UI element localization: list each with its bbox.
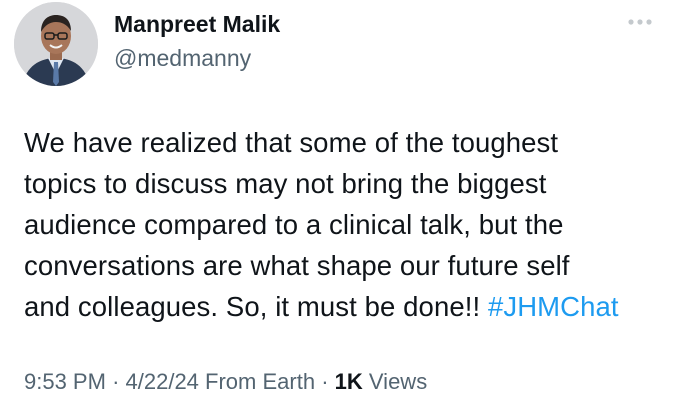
profile-photo-icon	[14, 2, 98, 86]
tweet-source: From Earth	[205, 369, 316, 394]
views-label: Views	[368, 369, 428, 394]
avatar[interactable]	[14, 2, 98, 86]
tweet: Manpreet Malik @medmanny We have realize…	[0, 0, 679, 410]
tweet-text-line: topics to discuss may not bring the bigg…	[24, 168, 547, 199]
tweet-text-line-content: and colleagues. So, it must be done!!	[24, 291, 481, 322]
views-count: 1K	[334, 369, 363, 394]
tweet-text: We have realized that some of the toughe…	[24, 122, 664, 327]
hashtag-link[interactable]: #JHMChat	[488, 291, 619, 322]
tweet-time[interactable]: 9:53 PM	[24, 369, 106, 394]
meta-separator: ·	[112, 369, 120, 394]
author-display-name[interactable]: Manpreet Malik	[114, 10, 280, 38]
author-info: Manpreet Malik @medmanny	[114, 10, 280, 72]
tweet-text-line: We have realized that some of the toughe…	[24, 127, 559, 158]
author-handle[interactable]: @medmanny	[114, 44, 280, 72]
tweet-text-line: audience compared to a clinical talk, bu…	[24, 209, 564, 240]
tweet-text-line: conversations are what shape our future …	[24, 250, 570, 281]
tweet-metadata: 9:53 PM · 4/22/24 From Earth · 1K Views	[24, 368, 427, 396]
tweet-text-line: and colleagues. So, it must be done!! #J…	[24, 286, 664, 327]
meta-separator: ·	[321, 369, 329, 394]
more-options-button[interactable]	[625, 14, 655, 30]
tweet-date[interactable]: 4/22/24	[126, 369, 199, 394]
more-horizontal-icon	[628, 19, 652, 25]
